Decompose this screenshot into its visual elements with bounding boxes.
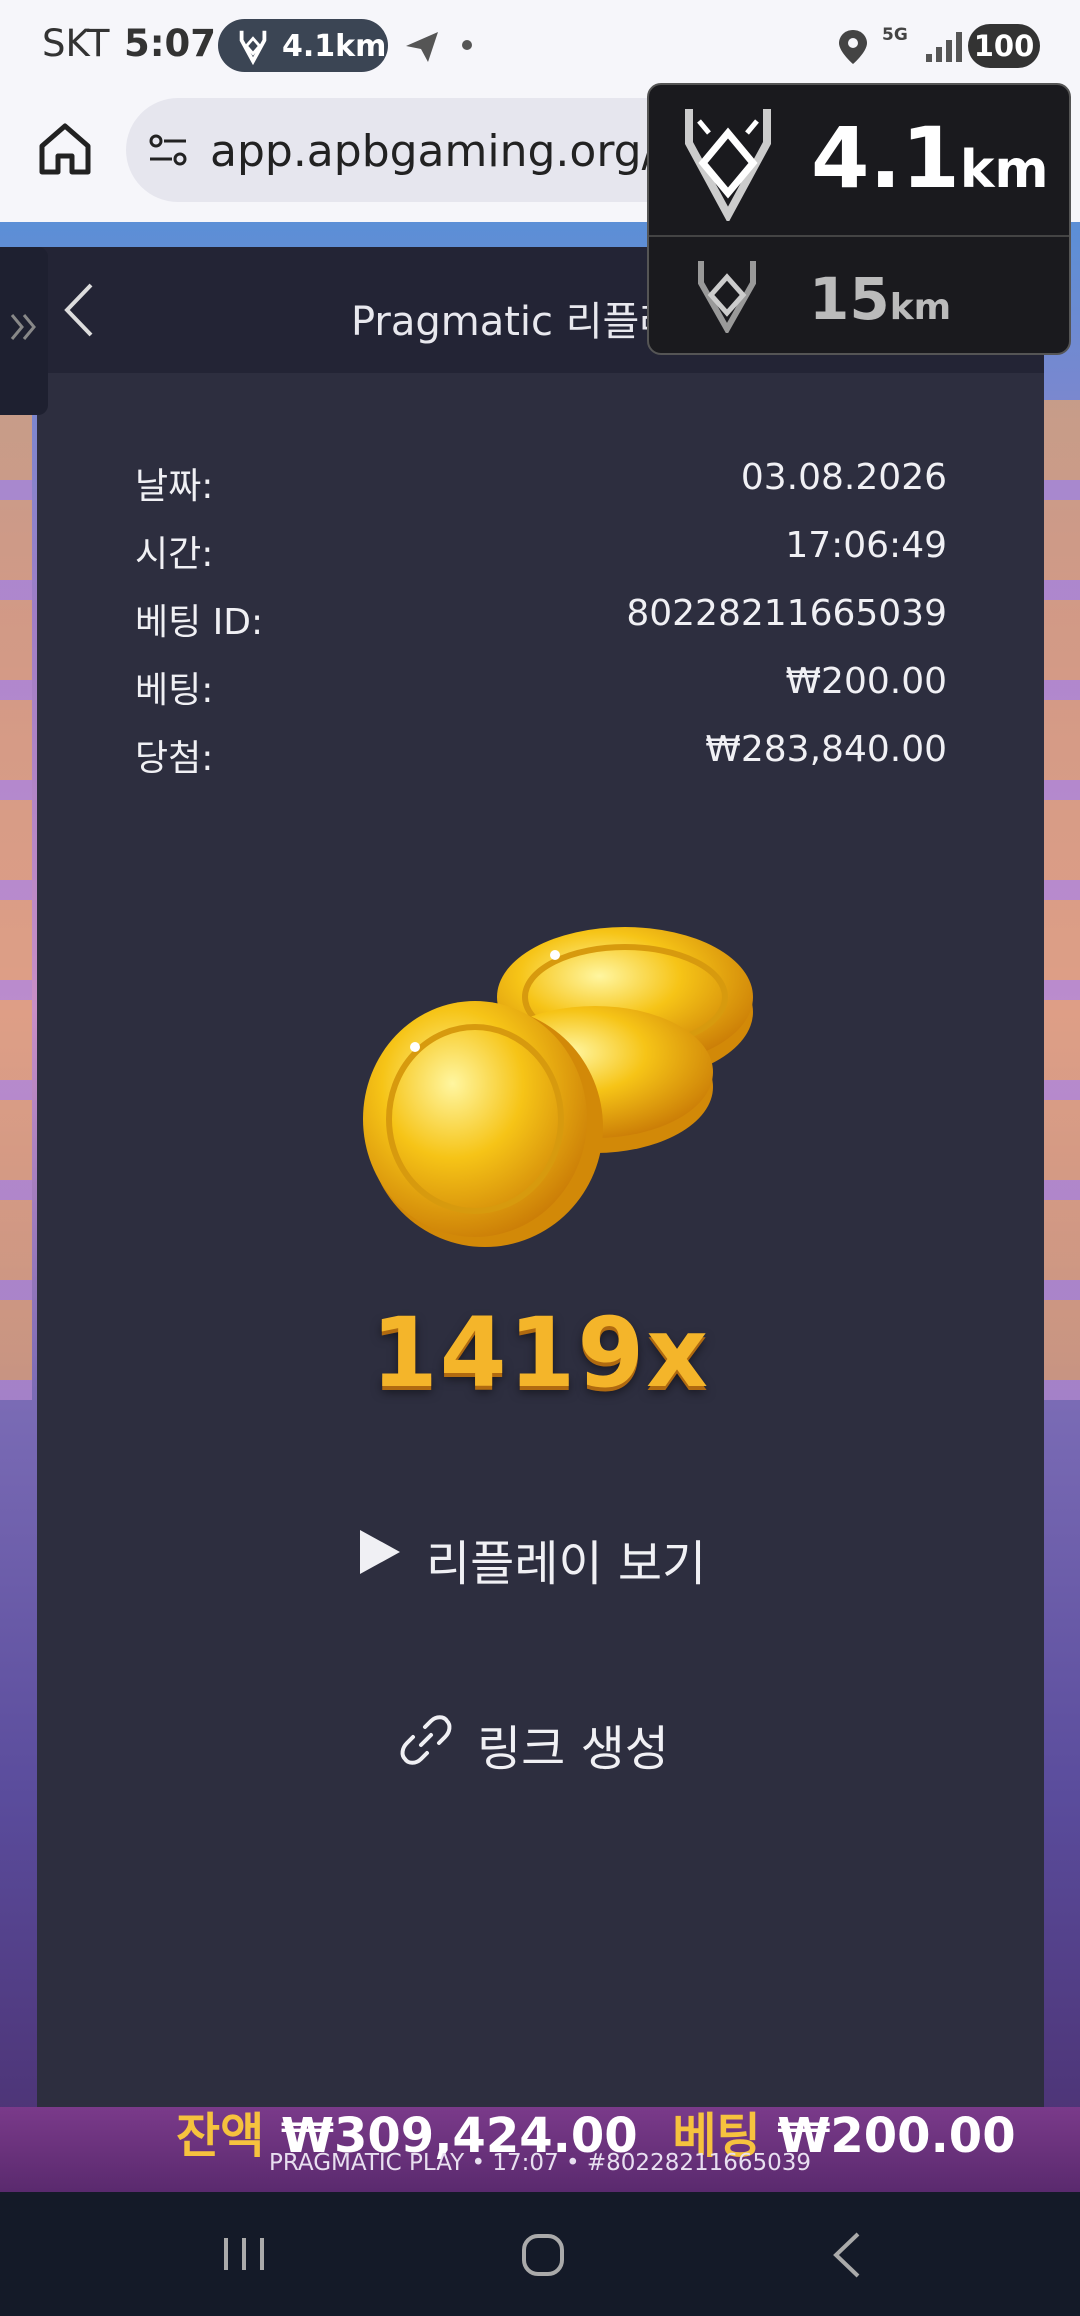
game-reel-right: [1044, 400, 1080, 1400]
navigation-pill-distance: 4.1km: [282, 29, 387, 64]
signal-icon: [926, 32, 962, 62]
next-turn-distance: 4.1km: [811, 109, 1049, 207]
create-link-label: 링크 생성: [477, 1721, 669, 1777]
time-value: 17:06:49: [785, 525, 947, 566]
following-turn-distance: 15km: [809, 265, 952, 333]
win-label: 당첨:: [135, 738, 214, 779]
bet-id-label: 베팅 ID:: [135, 602, 264, 643]
detail-row-bet: 베팅: ₩200.00: [135, 661, 947, 729]
url-text: app.apbgaming.org/: [210, 126, 657, 177]
navigation-app-icon: [239, 30, 267, 65]
carrier-label: SKT: [42, 22, 110, 65]
bet-details: 날짜: 03.08.2026 시간: 17:06:49 베팅 ID: 80228…: [135, 457, 947, 797]
game-reel-left: [0, 400, 32, 1400]
date-value: 03.08.2026: [740, 457, 947, 498]
next-turn-row: 4.1km: [649, 85, 1069, 237]
bet-id-value: 80228211665039: [626, 593, 947, 634]
clock: 5:07: [124, 22, 217, 65]
site-settings-icon[interactable]: [148, 132, 188, 168]
detail-row-win: 당첨: ₩283,840.00: [135, 729, 947, 797]
provider-info: PRAGMATIC PLAY • 17:07 • #80228211665039: [268, 2150, 812, 2176]
navigation-pill[interactable]: 4.1km: [218, 19, 388, 72]
home-icon[interactable]: [34, 118, 96, 180]
keep-straight-secondary-icon: [698, 261, 756, 333]
keep-straight-icon: [685, 109, 771, 221]
location-icon: [839, 30, 867, 64]
double-chevron-right-icon: [10, 314, 36, 340]
gold-coins-icon: [363, 927, 753, 1247]
back-icon[interactable]: [61, 281, 97, 339]
system-navigation-bar: [0, 2192, 1080, 2316]
detail-row-date: 날짜: 03.08.2026: [135, 457, 947, 525]
date-label: 날짜:: [135, 466, 214, 507]
side-panel-toggle[interactable]: [0, 247, 48, 415]
win-value: ₩283,840.00: [705, 729, 947, 770]
bet-label: 베팅:: [135, 670, 214, 711]
time-label: 시간:: [135, 534, 214, 575]
replay-modal: Pragmatic 리플레이 날짜: 03.08.2026 시간: 17:06:…: [37, 247, 1044, 2107]
play-icon: [360, 1530, 400, 1574]
following-turn-row: 15km: [649, 237, 1069, 353]
detail-row-time: 시간: 17:06:49: [135, 525, 947, 593]
notification-dot: [462, 40, 472, 50]
network-type: 5G: [882, 25, 908, 45]
watch-replay-label: 리플레이 보기: [426, 1536, 707, 1592]
link-icon: [400, 1715, 452, 1765]
detail-row-bet-id: 베팅 ID: 80228211665039: [135, 593, 947, 661]
win-multiplier: 1419x: [370, 1297, 711, 1409]
status-bar: SKT 5:07 4.1km 5G 100: [0, 0, 1080, 90]
home-nav-icon[interactable]: [520, 2232, 566, 2278]
watch-replay-button[interactable]: 리플레이 보기: [350, 1512, 770, 1592]
bet-value: ₩200.00: [785, 661, 947, 702]
back-nav-icon[interactable]: [830, 2230, 864, 2280]
battery-indicator: 100: [968, 24, 1040, 68]
recent-apps-icon[interactable]: [220, 2234, 268, 2274]
send-icon: [406, 32, 438, 62]
navigation-overlay[interactable]: 4.1km 15km: [647, 83, 1071, 355]
create-link-button[interactable]: 링크 생성: [399, 1699, 719, 1779]
